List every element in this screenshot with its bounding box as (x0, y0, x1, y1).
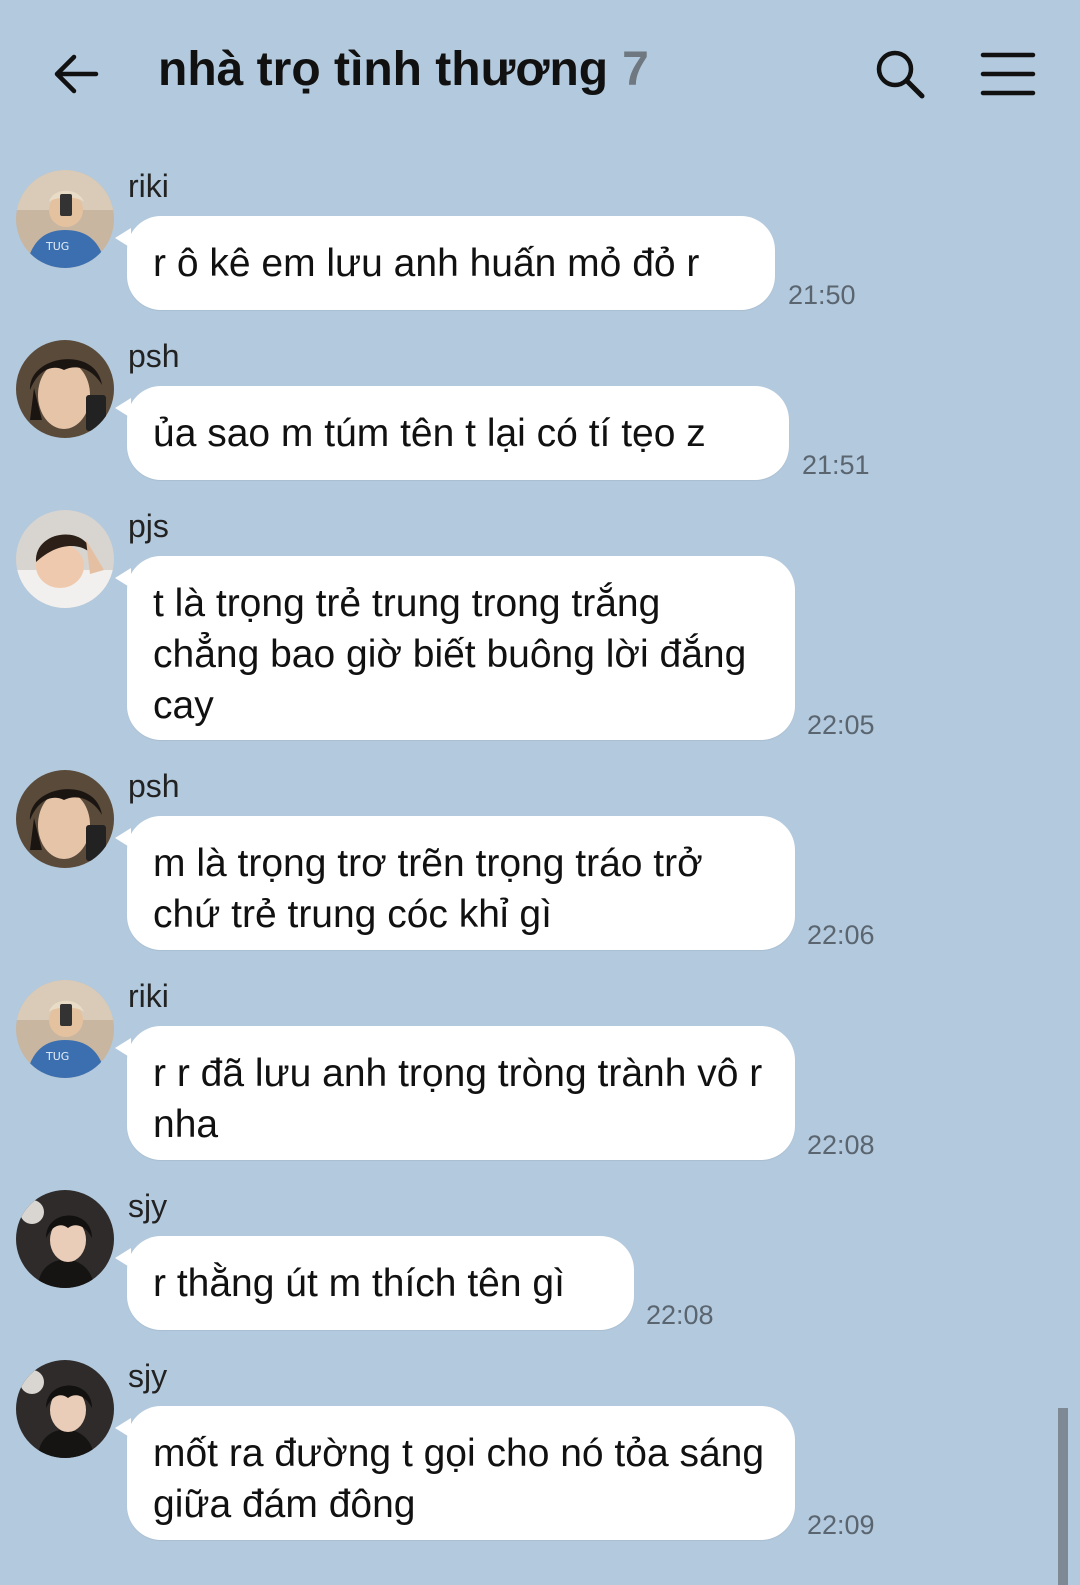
message-time: 22:08 (646, 1300, 714, 1330)
avatar-sjy[interactable] (16, 1360, 114, 1458)
message-bubble[interactable]: m là trọng trơ trẽn trọng tráo trở chứ t… (115, 816, 795, 950)
avatar-riki[interactable]: TUG (16, 980, 114, 1078)
search-button[interactable] (872, 46, 928, 102)
hamburger-menu-icon (980, 52, 1036, 96)
sender-name: psh (128, 768, 180, 804)
avatar-psh[interactable] (16, 340, 114, 438)
message-bubble[interactable]: r thằng út m thích tên gì (115, 1236, 634, 1330)
member-count: 7 (622, 43, 649, 96)
group-name: nhà trọ tình thương (158, 43, 609, 96)
avatar-sjy[interactable] (16, 1190, 114, 1288)
shirt-print: TUG (45, 1050, 69, 1063)
message-time: 21:51 (802, 450, 870, 480)
avatar-photo-psh (16, 340, 114, 438)
message-time: 22:06 (807, 920, 875, 950)
menu-button[interactable] (980, 50, 1036, 98)
sender-name: sjy (128, 1188, 168, 1224)
sender-name: psh (128, 338, 180, 374)
sender-name: riki (128, 978, 169, 1014)
message-bubble[interactable]: r r đã lưu anh trọng tròng trành vô r nh… (115, 1026, 795, 1160)
avatar-riki[interactable]: TUG (16, 170, 114, 268)
avatar-psh[interactable] (16, 770, 114, 868)
sender-name: sjy (128, 1358, 168, 1394)
sender-name: riki (128, 168, 169, 204)
message-time: 22:05 (807, 710, 875, 740)
message-time: 21:50 (788, 280, 856, 310)
avatar-photo-pjs (16, 510, 114, 608)
avatar-photo-riki: TUG (16, 980, 114, 1078)
message-bubble[interactable]: mốt ra đường t gọi cho nó tỏa sáng giữa … (115, 1406, 795, 1540)
back-button[interactable] (50, 48, 102, 100)
avatar-photo-sjy (16, 1190, 114, 1288)
message-bubble[interactable]: t là trọng trẻ trung trong trắng chẳng b… (115, 556, 795, 740)
shirt-print: TUG (45, 240, 69, 253)
avatar-photo-psh (16, 770, 114, 868)
group-title[interactable]: nhà trọ tình thương 7 (158, 42, 649, 97)
avatar-photo-sjy (16, 1360, 114, 1458)
avatar-photo-riki: TUG (16, 170, 114, 268)
search-icon (876, 50, 925, 99)
sender-name: pjs (128, 508, 169, 544)
chat-header: nhà trọ tình thương 7 (0, 0, 1080, 150)
avatar-pjs[interactable] (16, 510, 114, 608)
message-time: 22:09 (807, 1510, 875, 1540)
arrow-left-icon (54, 54, 99, 94)
scrollbar[interactable] (1058, 1408, 1068, 1585)
message-bubble[interactable]: ủa sao m túm tên t lại có tí tẹo z (115, 386, 789, 480)
message-time: 22:08 (807, 1130, 875, 1160)
message-bubble[interactable]: r ô kê em lưu anh huấn mỏ đỏ r (115, 216, 775, 310)
